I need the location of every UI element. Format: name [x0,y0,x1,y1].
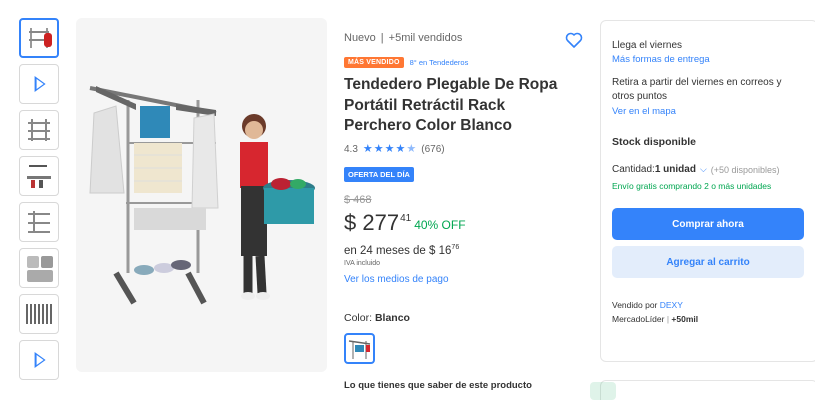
price-cents: 41 [400,212,412,224]
rating-value: 4.3 [344,144,358,155]
payment-methods-link[interactable]: Ver los medios de pago [344,274,584,288]
category-rank-link[interactable]: 8° en Tendederos [410,58,469,67]
seller-line: Vendido por DEXY [612,300,806,310]
seller-name-link[interactable]: DEXY [660,300,683,310]
rating-stars: ★ ★ ★ ★ ★ [363,144,416,155]
thumbnail-1[interactable] [19,18,59,58]
iva-text: IVA incluido [344,259,381,267]
buy-now-button[interactable]: Comprar ahora [612,208,804,240]
quantity-label: Cantidad: [612,164,655,175]
play-icon [34,352,46,368]
product-info: Nuevo | +5mil vendidos MÁS VENDIDO 8° en… [344,30,584,364]
watermark-icon [590,382,616,400]
quantity-selector[interactable]: Cantidad: 1 unidad ⌵ (+50 disponibles) [612,164,806,175]
more-delivery-link[interactable]: Más formas de entrega [612,53,806,66]
color-swatch-white[interactable] [344,332,375,364]
condition-row: Nuevo | +5mil vendidos [344,30,584,46]
star-half-icon: ★ [406,143,417,155]
thumbnail-7[interactable] [19,294,59,334]
star-full-icon: ★ [373,143,384,155]
map-link[interactable]: Ver en el mapa [612,105,806,118]
price-main: $ 277 [344,210,399,236]
chevron-down-icon: ⌵ [699,164,707,174]
thumbnail-5[interactable] [19,202,59,242]
product-title: Tendedero Plegable De Ropa Portátil Retr… [344,76,558,134]
color-label-prefix: Color: [344,311,375,324]
old-price: $ 468 [344,193,372,206]
thumbnail-gallery [19,18,59,386]
color-value: Blanco [374,311,410,324]
favorite-heart-icon[interactable] [564,30,584,50]
rating-count: (676) [421,144,445,155]
discount-label: 40% OFF [414,217,466,232]
star-full-icon: ★ [395,143,406,155]
rating-row[interactable]: 4.3 ★ ★ ★ ★ ★ (676) [344,143,584,157]
thumbnail-4[interactable] [19,156,59,196]
main-product-image[interactable] [76,18,327,372]
secondary-box [600,380,815,400]
condition-text: Nuevo [344,32,376,44]
color-label: Color: Blanco [344,312,584,326]
badges-row: MÁS VENDIDO 8° en Tendederos [344,55,584,69]
seller-level: MercadoLíder [612,314,665,324]
quantity-value: 1 unidad [654,164,696,175]
free-shipping-text: Envío gratis comprando 2 o más unidades [612,181,772,191]
star-full-icon: ★ [362,143,373,155]
seller-reputation: MercadoLíder | +50mil [612,314,806,324]
deal-badge: OFERTA DEL DÍA [344,166,414,182]
price-integer: 277 [362,209,400,235]
thumbnail-6[interactable] [19,248,59,288]
seller-sales: +50mil [671,314,699,324]
separator: | [380,32,384,44]
add-to-cart-button[interactable]: Agregar al carrito [612,246,804,278]
thumbnail-video-1[interactable] [19,64,59,104]
delivery-eta: Llega el viernes [612,40,683,51]
installments-cents: 76 [451,243,460,251]
installments-text: en 24 meses de $ 16 [344,244,452,257]
stock-label: Stock disponible [612,136,697,148]
price-symbol: $ [344,209,363,235]
sold-count: +5mil vendidos [388,32,463,44]
sold-by-label: Vendido por [612,300,660,310]
pickup-text: Retira a partir del viernes en correos y… [612,77,782,102]
available-count: (+50 disponibles) [710,164,780,175]
must-know-heading: Lo que tienes que saber de este producto [344,380,532,391]
bestseller-badge: MÁS VENDIDO [344,56,404,68]
price-row: $ 277 41 40% OFF [344,210,584,238]
drying-rack-illustration [89,86,315,305]
star-full-icon: ★ [384,143,395,155]
installments: en 24 meses de $ 1676 [344,244,584,260]
thumbnail-3[interactable] [19,110,59,150]
thumbnail-video-2[interactable] [19,340,59,380]
buy-box: Llega el viernes Más formas de entrega R… [600,20,815,362]
play-icon [34,76,46,92]
